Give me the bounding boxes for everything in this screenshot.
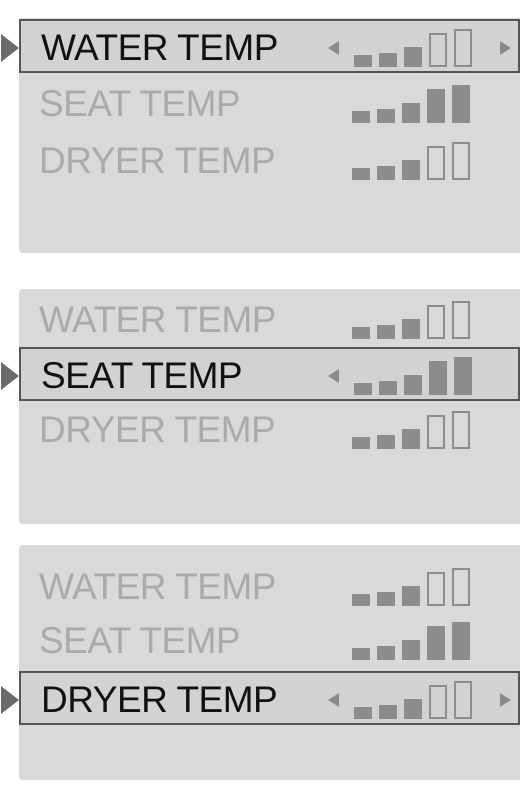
menu-row-seat-temp[interactable]: SEAT TEMP <box>1 347 520 403</box>
level-bar <box>352 111 370 123</box>
menu-row-label: WATER TEMP <box>39 566 276 607</box>
level-bar <box>452 301 470 339</box>
level-indicator <box>352 560 492 614</box>
level-bar <box>352 168 370 180</box>
menu-row-label: SEAT TEMP <box>39 620 241 661</box>
menu-row-label: SEAT TEMP <box>39 83 241 124</box>
menu-row-label: DRYER TEMP <box>41 679 278 720</box>
level-bar <box>452 142 470 180</box>
level-bar <box>402 103 420 123</box>
level-bar <box>377 646 395 660</box>
selection-pointer-icon <box>1 362 19 390</box>
level-bar <box>352 594 370 606</box>
level-bar <box>427 146 445 180</box>
level-bar <box>454 357 472 395</box>
menu-row-water-temp[interactable]: WATER TEMP <box>19 560 520 614</box>
level-bar <box>377 109 395 123</box>
level-indicator <box>354 349 494 403</box>
level-indicator <box>352 293 492 347</box>
level-bar <box>454 681 472 719</box>
increase-arrow-icon[interactable] <box>500 693 511 707</box>
level-indicator <box>352 77 492 131</box>
level-bar <box>352 437 370 449</box>
level-bar <box>452 85 470 123</box>
menu-row-seat-temp[interactable]: SEAT TEMP <box>19 77 520 131</box>
menu-row-label: DRYER TEMP <box>39 409 276 450</box>
menu-row-label: DRYER TEMP <box>39 140 276 181</box>
selection-pointer-icon <box>1 686 19 714</box>
level-bar <box>352 648 370 660</box>
level-bar <box>452 622 470 660</box>
level-indicator <box>354 21 494 75</box>
level-bar <box>429 361 447 395</box>
selection-pointer-icon <box>1 34 19 62</box>
level-indicator <box>354 673 494 727</box>
level-bar <box>452 411 470 449</box>
level-bar <box>352 327 370 339</box>
menu-row-water-temp[interactable]: WATER TEMP <box>1 19 520 75</box>
menu-row-dryer-temp[interactable]: DRYER TEMP <box>1 671 520 727</box>
level-bar <box>354 55 372 67</box>
level-bar <box>377 166 395 180</box>
level-bar <box>452 568 470 606</box>
menu-row-label: WATER TEMP <box>41 27 278 68</box>
level-bar <box>454 29 472 67</box>
level-bar <box>427 415 445 449</box>
level-bar <box>427 626 445 660</box>
level-bar <box>427 572 445 606</box>
level-bar <box>404 699 422 719</box>
level-bar <box>377 592 395 606</box>
level-bar <box>377 325 395 339</box>
level-bar <box>402 640 420 660</box>
level-bar <box>379 381 397 395</box>
menu-row-label: SEAT TEMP <box>41 355 243 396</box>
menu-row-dryer-temp[interactable]: DRYER TEMP <box>19 134 520 188</box>
menu-row-seat-temp[interactable]: SEAT TEMP <box>19 614 520 668</box>
level-bar <box>429 685 447 719</box>
menu-row-dryer-temp[interactable]: DRYER TEMP <box>19 403 520 457</box>
level-bar <box>379 53 397 67</box>
level-bar <box>427 305 445 339</box>
level-bar <box>402 319 420 339</box>
level-indicator <box>352 134 492 188</box>
level-bar <box>404 375 422 395</box>
level-bar <box>379 705 397 719</box>
level-bar <box>377 435 395 449</box>
menu-row-water-temp[interactable]: WATER TEMP <box>19 293 520 347</box>
level-bar <box>402 160 420 180</box>
decrease-arrow-icon[interactable] <box>328 41 339 55</box>
level-bar <box>429 33 447 67</box>
level-bar <box>402 429 420 449</box>
level-indicator <box>352 403 492 457</box>
level-bar <box>427 89 445 123</box>
level-bar <box>354 383 372 395</box>
decrease-arrow-icon[interactable] <box>328 693 339 707</box>
level-bar <box>402 586 420 606</box>
increase-arrow-icon[interactable] <box>500 41 511 55</box>
menu-row-label: WATER TEMP <box>39 299 276 340</box>
level-bar <box>404 47 422 67</box>
level-bar <box>354 707 372 719</box>
decrease-arrow-icon[interactable] <box>328 369 339 383</box>
level-indicator <box>352 614 492 668</box>
